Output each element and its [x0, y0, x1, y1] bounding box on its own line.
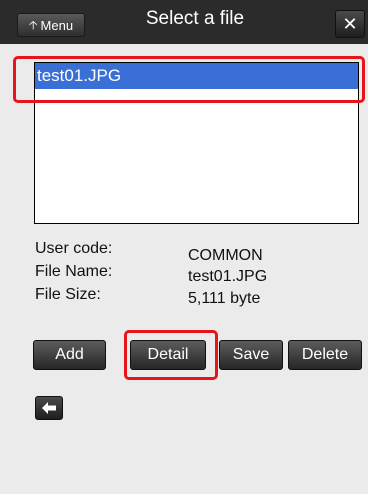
user-code-value: COMMON [188, 247, 263, 264]
file-name-label: File Name: [35, 263, 113, 280]
file-size-value: 5,111 byte [188, 290, 261, 307]
back-button[interactable] [35, 396, 63, 420]
highlight-box-file-item [13, 56, 365, 103]
page-title: Select a file [145, 8, 245, 29]
file-size-label: File Size: [35, 286, 101, 303]
delete-button[interactable]: Delete [288, 340, 362, 370]
add-button[interactable]: Add [33, 340, 106, 370]
title-bar: 🡡 Menu Select a file ✕ [0, 0, 368, 44]
file-name-value: test01.JPG [188, 268, 268, 285]
arrow-left-icon [42, 402, 56, 414]
close-button[interactable]: ✕ [335, 10, 365, 38]
menu-button[interactable]: 🡡 Menu [17, 13, 85, 37]
menu-label: Menu [40, 17, 74, 33]
close-icon: ✕ [342, 13, 358, 34]
user-code-label: User code: [35, 240, 113, 257]
highlight-box-detail [124, 330, 218, 380]
arrow-up-icon: 🡡 [28, 18, 38, 32]
save-button[interactable]: Save [219, 340, 283, 370]
